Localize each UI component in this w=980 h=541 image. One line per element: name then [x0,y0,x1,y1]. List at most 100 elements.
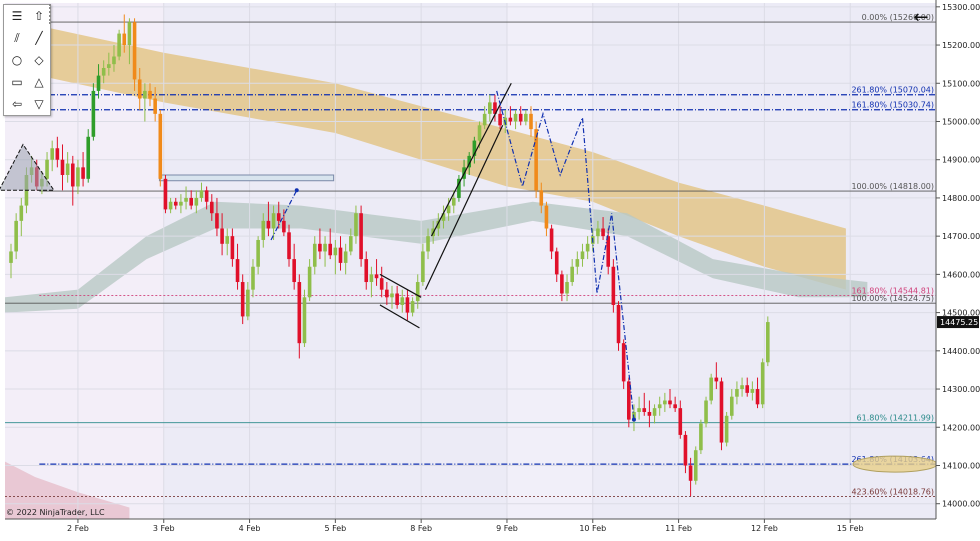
fib-level-label: 100.00% (14818.00) [851,182,934,191]
candle-body [297,282,302,344]
candle-body [101,67,106,76]
candle-body [96,75,101,91]
candle-body [699,423,703,451]
circle-icon[interactable]: ○ [8,51,26,69]
y-tick-label: 14900.00 [942,156,980,165]
candle-body [405,297,410,313]
candle-body [76,167,80,187]
candle-body [668,400,672,405]
candle-body [338,247,343,263]
candle-body [518,113,523,122]
candle-body [354,213,358,237]
candle-body [385,289,389,298]
candle-body [240,282,245,317]
candle-body [312,243,317,267]
chart-window: 0.00% (15260.00) 261.80% (15070.04) 161.80… [0,0,980,537]
candle-body [112,56,116,65]
candle-body [246,289,250,317]
candle-body [173,201,178,206]
x-tick-label: 4 Feb [239,524,261,533]
candle-body [606,236,611,267]
candle-body [328,243,333,256]
candle-body [107,64,111,68]
candle-body [395,293,399,305]
candle-body [209,201,214,214]
up-arrow-icon[interactable]: ⇧ [30,7,48,25]
candle-body [359,213,363,260]
rectangle-icon[interactable]: ▭ [8,73,26,91]
line-icon[interactable]: ╱ [30,29,48,47]
candle-body [230,236,235,260]
candle-body [143,90,147,99]
candle-body [333,247,338,256]
candle-body [225,236,230,244]
candle-body [390,293,394,298]
candle-body [287,232,291,260]
candle-body [158,113,163,179]
arrow-left-icon[interactable]: ⇦ [8,95,26,113]
candle-body [596,228,600,237]
candle-body [683,434,688,466]
candle-body [204,190,209,202]
candle-body [693,450,698,481]
fib-level-label: 261.80% (15070.04) [851,86,934,95]
candle-body [477,125,482,141]
candle-body [60,159,65,175]
triangle-up-icon[interactable]: △ [30,73,48,91]
y-tick-label: 14200.00 [942,423,980,432]
candle-body [9,251,13,263]
x-tick-label: 2 Feb [67,524,89,533]
candle-body [189,197,194,206]
candle-body [348,236,353,252]
back-arrow-icon[interactable]: ← [910,8,932,28]
candle-body [343,251,348,263]
candle-body [621,343,626,382]
candle-body [215,213,219,229]
y-tick-label: 14700.00 [942,232,980,241]
candle-body [745,385,750,393]
candle-body [117,33,121,57]
y-tick-label: 15300.00 [942,3,980,12]
candle-body [45,159,49,179]
candle-body [426,236,430,252]
candle-body [220,228,224,244]
candle-body [137,79,142,99]
candle-body [719,381,724,443]
fib-level-label: 61.80% (14211.99) [857,414,934,423]
parallel-lines-icon[interactable]: ⫽ [8,29,26,47]
copyright-text: © 2022 NinjaTrader, LLC [6,508,105,517]
candle-body [179,201,183,206]
y-tick-label: 14300.00 [942,385,980,394]
triangle-down-icon[interactable]: ▽ [30,95,48,113]
candle-body [549,228,554,252]
candle-body [194,197,199,206]
menu-icon[interactable]: ☰ [8,7,26,25]
candle-body [729,396,734,416]
x-tick-label: 3 Feb [153,524,175,533]
toolbar-drag-handle[interactable] [49,4,57,24]
candle-body [91,90,96,137]
candle-body [539,190,544,206]
candle-body [271,213,276,229]
y-tick-label: 14400.00 [942,347,980,356]
candle-body [755,389,760,405]
candle-body [122,33,127,46]
x-tick-label: 5 Feb [324,524,346,533]
candle-body [256,239,260,267]
fib-level-label: 100.00% (14524.75) [851,294,934,303]
candle-body [678,408,683,435]
candle-body [560,274,564,294]
candle-body [616,304,621,344]
candle-body [364,259,369,283]
candle-body [544,205,549,229]
fib-level-label: 161.80% (15030.74) [851,101,934,110]
candle-body [570,266,574,283]
candle-body [657,404,662,409]
price-chart[interactable]: 0.00% (15260.00)261.80% (15070.04)161.80… [0,0,980,537]
candle-body [714,377,719,382]
x-tick-label: 12 Feb [751,524,778,533]
x-tick-label: 8 Feb [410,524,432,533]
diamond-icon[interactable]: ◇ [30,51,48,69]
candle-body [184,197,188,202]
candle-body [86,136,91,179]
